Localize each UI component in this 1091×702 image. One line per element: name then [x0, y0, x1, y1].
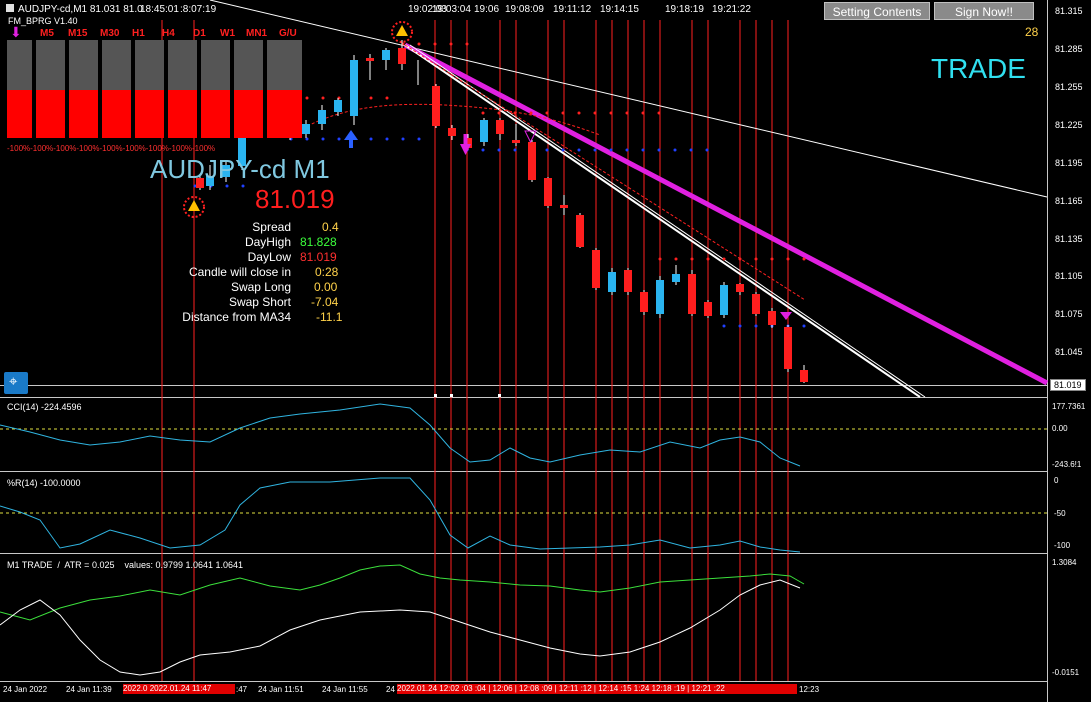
- price-axis-label: 81.135: [1055, 234, 1083, 244]
- cci-axis-max: 177.7361: [1052, 402, 1086, 411]
- info-label-dayhigh: DayHigh: [244, 235, 291, 249]
- info-value-swap-short: -7.04: [311, 295, 339, 309]
- m1trade-title: M1 TRADE / ATR = 0.025 values: 0.9799 1.…: [7, 560, 244, 570]
- info-value-distance-ma34: -11.1: [316, 310, 343, 324]
- price-axis-label: 81.315: [1055, 6, 1083, 16]
- info-label-swap-short: Swap Short: [228, 295, 291, 309]
- top-time-6: 19:08:09: [505, 4, 544, 15]
- price-axis-label: 81.045: [1055, 347, 1083, 357]
- time-axis-label: 24: [386, 685, 395, 694]
- info-value-dayhigh: 81.828: [300, 235, 337, 249]
- price-axis-label: 81.075: [1055, 309, 1083, 319]
- top-time-7: 19:11:12: [553, 4, 592, 15]
- timeframe-strength-panel: [7, 40, 302, 140]
- info-label-distance-ma34: Distance from MA34: [182, 310, 291, 324]
- info-label-spread: Spread: [252, 220, 291, 234]
- tf-label-h1: H1: [132, 28, 145, 39]
- info-label-daylow: DayLow: [247, 250, 291, 264]
- cci-axis-min: -243.6!1: [1052, 460, 1082, 469]
- top-time-8: 19:14:15: [600, 4, 639, 15]
- crosshair-icon: ⌖: [9, 373, 18, 390]
- current-price-tag: 81.019: [1050, 379, 1086, 391]
- time-axis-label: 12:23: [799, 685, 820, 694]
- m1trade-axis-min: -0.0151: [1052, 668, 1080, 677]
- top-time-9: 19:18:19: [665, 4, 704, 15]
- tf-label-m30: M30: [100, 28, 120, 39]
- cci-axis-zero: 0.00: [1052, 424, 1068, 433]
- time-axis-label: 24 Jan 11:51: [258, 685, 304, 694]
- symbol-header: AUDJPY-cd,M1 81.031 81.0: [18, 4, 143, 15]
- time-axis-highlight: 2022.01.24 12:02 :03 :04 | 12:06 | 12:08…: [397, 684, 797, 694]
- info-value-daylow: 81.019: [300, 250, 337, 264]
- down-arrow-icon: ⬇: [10, 24, 22, 40]
- wpr-axis-100: -100: [1054, 541, 1071, 550]
- info-value-candle-close: 0:28: [315, 265, 339, 279]
- tf-label-w1: W1: [220, 28, 235, 39]
- price-axis-label: 81.195: [1055, 158, 1083, 168]
- price-axis-label: 81.105: [1055, 271, 1083, 281]
- trade-label: TRADE: [931, 53, 1026, 84]
- tf-label-m5: M5: [40, 28, 54, 39]
- price-axis-label: 81.285: [1055, 44, 1083, 54]
- tf-label-h4: H4: [162, 28, 175, 39]
- wpr-axis-50: -50: [1054, 509, 1066, 518]
- price-display: 81.019: [255, 184, 335, 214]
- top-time-4: 19:03:04: [432, 4, 471, 15]
- bar-counter: 28: [1025, 25, 1039, 39]
- top-time-10: 19:21:22: [712, 4, 751, 15]
- info-value-swap-long: 0.00: [314, 280, 338, 294]
- chart-icon: [6, 4, 14, 12]
- tf-label-gu: G/U: [279, 28, 297, 39]
- time-axis-label: 24 Jan 2022: [3, 685, 48, 694]
- wpr-axis-0: 0: [1054, 476, 1059, 485]
- setting-contents-button[interactable]: Setting Contents: [824, 2, 930, 20]
- indicator-name: FM_BPRG V1.40: [8, 16, 78, 26]
- cci-title: CCI(14) -224.4596: [7, 402, 82, 412]
- symbol-display: AUDJPY-cd M1: [150, 154, 330, 184]
- time-axis-label: 24 Jan 11:39: [66, 685, 112, 694]
- tf-label-m15: M15: [68, 28, 88, 39]
- wpr-title: %R(14) -100.0000: [7, 478, 81, 488]
- time-axis-label: :47: [236, 685, 248, 694]
- tf-label-d1: D1: [193, 28, 206, 39]
- tf-label-mn1: MN1: [246, 28, 268, 39]
- price-axis-label: 81.225: [1055, 120, 1083, 130]
- info-label-candle-close: Candle will close in: [188, 265, 291, 279]
- top-time-2: :8:07:19: [180, 4, 217, 15]
- price-axis-label: 81.165: [1055, 196, 1083, 206]
- top-time-1: 18:45:01: [140, 4, 179, 15]
- time-axis-label: 24 Jan 11:55: [322, 685, 368, 694]
- m1trade-axis-max: 1.3084: [1052, 558, 1077, 567]
- top-time-5: 19:06: [474, 4, 500, 15]
- time-axis-highlight: 2022.0 2022.01.24 11:47: [123, 684, 235, 694]
- sign-now-button[interactable]: Sign Now!!: [934, 2, 1034, 20]
- info-value-spread: 0.4: [322, 220, 339, 234]
- price-axis-label: 81.255: [1055, 82, 1083, 92]
- info-label-swap-long: Swap Long: [230, 280, 291, 294]
- crosshair-button[interactable]: ⌖: [4, 372, 28, 394]
- tf-strength-values: -100%-100%-100%-100%-100%-100%-100%-100%…: [7, 144, 216, 153]
